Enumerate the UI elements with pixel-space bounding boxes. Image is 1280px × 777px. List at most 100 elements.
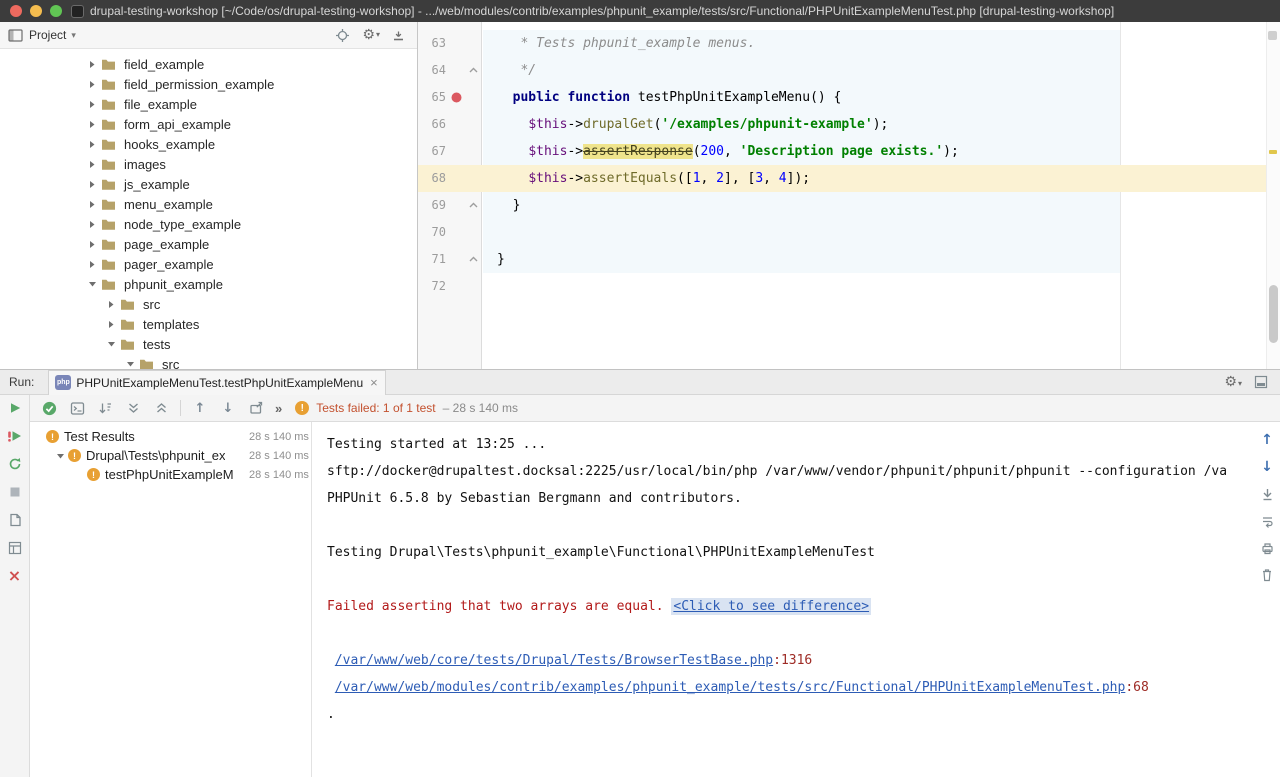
see-difference-link[interactable]: <Click to see difference>: [671, 598, 871, 615]
previous-failed-test-icon[interactable]: ↑: [191, 399, 209, 417]
minimize-window-button[interactable]: [30, 5, 42, 17]
chevron-right-icon[interactable]: [85, 140, 99, 149]
line-number[interactable]: 65: [418, 84, 446, 111]
chevron-right-icon[interactable]: [85, 180, 99, 189]
close-window-button[interactable]: [10, 5, 22, 17]
code-line-65[interactable]: 65 public function testPhpUnitExampleMen…: [418, 84, 1266, 111]
test-tree-item[interactable]: !testPhpUnitExampleM28 s 140 ms: [31, 465, 311, 484]
up-stack-trace-icon[interactable]: ↑: [1259, 432, 1275, 448]
toggle-auto-test-icon[interactable]: [7, 456, 23, 472]
chevron-right-icon[interactable]: [85, 260, 99, 269]
line-number[interactable]: 63: [418, 30, 446, 57]
import-test-results-icon[interactable]: [7, 512, 23, 528]
tree-item-templates[interactable]: templates: [0, 314, 417, 334]
hide-run-panel-icon[interactable]: [1254, 375, 1268, 389]
chevron-right-icon[interactable]: [85, 240, 99, 249]
expand-all-icon[interactable]: [124, 399, 142, 417]
test-tree-item[interactable]: !Drupal\Tests\phpunit_ex28 s 140 ms: [31, 446, 311, 465]
rerun-tests-icon[interactable]: [7, 400, 23, 416]
tree-item-js_example[interactable]: js_example: [0, 174, 417, 194]
code-line-72[interactable]: 72: [418, 273, 1266, 300]
chevron-right-icon[interactable]: [104, 320, 118, 329]
file-link[interactable]: /var/www/web/core/tests/Drupal/Tests/Bro…: [335, 653, 773, 668]
tree-item-tests[interactable]: tests: [0, 334, 417, 354]
inspections-indicator[interactable]: [1268, 31, 1277, 40]
tree-item-src[interactable]: src: [0, 354, 417, 369]
chevron-right-icon[interactable]: [85, 220, 99, 229]
toggle-console-icon[interactable]: [68, 399, 86, 417]
line-number[interactable]: 64: [418, 57, 446, 84]
tree-item-phpunit_example[interactable]: phpunit_example: [0, 274, 417, 294]
run-tab[interactable]: php PHPUnitExampleMenuTest.testPhpUnitEx…: [48, 370, 385, 395]
show-passed-icon[interactable]: [40, 399, 58, 417]
collapse-all-icon[interactable]: [152, 399, 170, 417]
run-settings-gear-icon[interactable]: ⚙▾: [1224, 375, 1242, 389]
file-link[interactable]: /var/www/web/modules/contrib/examples/ph…: [335, 680, 1126, 695]
code-line-71[interactable]: 71}: [418, 246, 1266, 273]
chevron-right-icon[interactable]: [85, 200, 99, 209]
chevron-right-icon[interactable]: [85, 120, 99, 129]
chevron-down-icon[interactable]: [85, 280, 99, 288]
locate-file-icon[interactable]: [335, 28, 350, 43]
line-number[interactable]: 66: [418, 111, 446, 138]
more-options-icon[interactable]: »: [275, 401, 281, 416]
scrollbar-thumb[interactable]: [1269, 285, 1278, 343]
fold-marker-icon[interactable]: [469, 67, 478, 73]
hide-panel-icon[interactable]: [392, 29, 405, 42]
line-number[interactable]: 68: [418, 165, 446, 192]
fold-marker-icon[interactable]: [469, 256, 478, 262]
line-number[interactable]: 69: [418, 192, 446, 219]
chevron-down-icon[interactable]: [123, 360, 137, 368]
clear-all-icon[interactable]: [1259, 567, 1275, 583]
code-line-68[interactable]: 68 $this->assertEquals([1, 2], [3, 4]);: [418, 165, 1266, 192]
gear-icon[interactable]: ⚙▾: [362, 28, 380, 42]
line-number[interactable]: 70: [418, 219, 446, 246]
chevron-right-icon[interactable]: [104, 300, 118, 309]
tree-item-page_example[interactable]: page_example: [0, 234, 417, 254]
rerun-failed-tests-icon[interactable]: [7, 428, 23, 444]
close-run-panel-icon[interactable]: ×: [7, 568, 23, 584]
line-number[interactable]: 72: [418, 273, 446, 300]
project-view-selector[interactable]: Project: [29, 28, 66, 42]
next-failed-test-icon[interactable]: ↓: [219, 399, 237, 417]
close-tab-icon[interactable]: ×: [370, 376, 378, 389]
code-line-64[interactable]: 64 */: [418, 57, 1266, 84]
code-line-70[interactable]: 70: [418, 219, 1266, 246]
tree-item-src[interactable]: src: [0, 294, 417, 314]
chevron-down-icon[interactable]: [53, 452, 68, 460]
code-area[interactable]: 63 * Tests phpunit_example menus.64 */65…: [418, 30, 1266, 300]
stop-icon[interactable]: [7, 484, 23, 500]
chevron-right-icon[interactable]: [85, 100, 99, 109]
tree-item-node_type_example[interactable]: node_type_example: [0, 214, 417, 234]
export-test-results-icon[interactable]: [247, 399, 265, 417]
code-line-63[interactable]: 63 * Tests phpunit_example menus.: [418, 30, 1266, 57]
test-failed-gutter-icon[interactable]: [451, 92, 462, 103]
test-tree-item[interactable]: !Test Results28 s 140 ms: [31, 427, 311, 446]
tree-item-images[interactable]: images: [0, 154, 417, 174]
soft-wrap-icon[interactable]: [1259, 513, 1275, 529]
tree-item-menu_example[interactable]: menu_example: [0, 194, 417, 214]
fold-marker-icon[interactable]: [469, 202, 478, 208]
zoom-window-button[interactable]: [50, 5, 62, 17]
tree-item-field_permission_example[interactable]: field_permission_example: [0, 74, 417, 94]
chevron-right-icon[interactable]: [85, 60, 99, 69]
code-line-66[interactable]: 66 $this->drupalGet('/examples/phpunit-e…: [418, 111, 1266, 138]
tree-item-field_example[interactable]: field_example: [0, 54, 417, 74]
print-icon[interactable]: [1259, 540, 1275, 556]
scroll-to-end-icon[interactable]: [1259, 486, 1275, 502]
tree-item-form_api_example[interactable]: form_api_example: [0, 114, 417, 134]
line-number[interactable]: 71: [418, 246, 446, 273]
code-line-67[interactable]: 67 $this->assertResponse(200, 'Descripti…: [418, 138, 1266, 165]
warning-stripe-mark[interactable]: [1269, 150, 1277, 154]
chevron-right-icon[interactable]: [85, 160, 99, 169]
code-line-69[interactable]: 69 }: [418, 192, 1266, 219]
editor-scrollbar[interactable]: [1266, 22, 1280, 369]
tree-item-file_example[interactable]: file_example: [0, 94, 417, 114]
sort-by-duration-icon[interactable]: [96, 399, 114, 417]
tree-item-pager_example[interactable]: pager_example: [0, 254, 417, 274]
line-number[interactable]: 67: [418, 138, 446, 165]
chevron-down-icon[interactable]: [104, 340, 118, 348]
chevron-right-icon[interactable]: [85, 80, 99, 89]
console-output[interactable]: Testing started at 13:25 ...sftp://docke…: [313, 422, 1254, 777]
restore-layout-icon[interactable]: [7, 540, 23, 556]
